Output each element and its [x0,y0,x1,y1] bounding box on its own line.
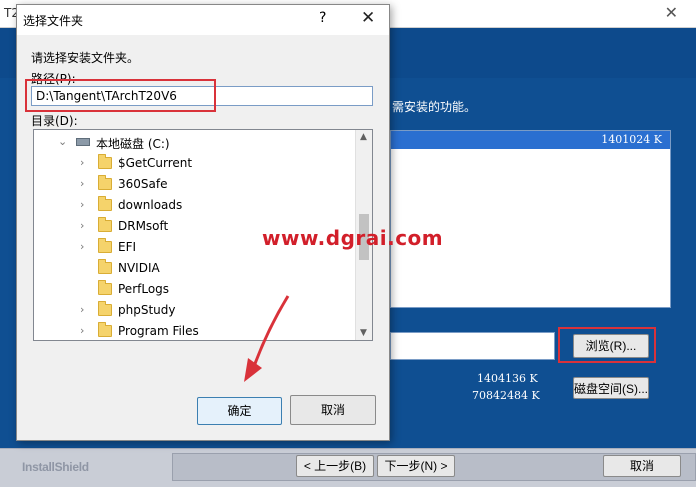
chevron-right-icon[interactable]: › [80,177,84,190]
drive-icon [76,138,90,146]
path-highlight-box [25,79,216,112]
folder-icon [98,259,112,274]
chevron-right-icon[interactable]: › [80,303,84,316]
feature-list[interactable]: 1401024 K [390,130,671,308]
tree-folder-label: DRMsoft [118,219,169,233]
installshield-logo: InstallShield [22,460,89,474]
folder-icon [98,238,112,253]
help-icon[interactable]: ? [319,10,326,26]
install-path-display [390,332,555,360]
folder-icon [98,217,112,232]
tree-folder-label: downloads [118,198,183,212]
space-required-value: 1404136 K [477,372,538,385]
folder-icon [98,322,112,337]
tree-folder-label: Program Files [118,324,199,338]
folder-icon [98,280,112,295]
dialog-titlebar: 选择文件夹 ? ✕ [17,5,389,35]
chevron-right-icon[interactable]: › [80,198,84,211]
installer-description: 需安装的功能。 [392,100,477,114]
annotation-arrow-icon [244,295,290,382]
tree-folder-row[interactable]: › Program Files [34,321,356,340]
tree-root-label: 本地磁盘 (C:) [96,137,170,151]
tree-folder-row[interactable]: › 360Safe [34,174,356,195]
tree-folder-label: PerfLogs [118,282,170,296]
tree-folder-label: $GetCurrent [118,156,193,170]
close-icon[interactable]: ✕ [361,8,375,28]
space-available-value: 70842484 K [472,389,540,402]
installer-cancel-button[interactable]: 取消 [603,455,681,477]
dialog-cancel-button[interactable]: 取消 [290,395,376,425]
tree-folder-label: EFI [118,240,137,254]
select-folder-dialog: 选择文件夹 ? ✕ 请选择安装文件夹。 路径(P): 目录(D): ⌄ 本地磁盘… [16,4,390,441]
tree-folder-row[interactable]: › $GetCurrent [34,153,356,174]
tree-folder-row[interactable]: › phpStudy [34,300,356,321]
tree-folder-label: 360Safe [118,177,168,191]
browse-highlight-box [558,327,656,363]
directory-label: 目录(D): [31,114,78,128]
folder-icon [98,175,112,190]
chevron-right-icon[interactable]: › [80,240,84,253]
ok-button[interactable]: 确定 [197,397,282,425]
watermark: www.dgrai.com [262,226,444,250]
chevron-down-icon[interactable]: ⌄ [58,135,67,148]
tree-folder-row[interactable]: PerfLogs [34,279,356,300]
chevron-right-icon[interactable]: › [80,219,84,232]
feature-size: 1401024 K [601,133,662,146]
tree-folder-row[interactable]: NVIDIA [34,258,356,279]
chevron-right-icon[interactable]: › [80,156,84,169]
back-button[interactable]: < 上一步(B) [296,455,374,477]
dialog-title: 选择文件夹 [23,14,84,28]
dialog-prompt: 请选择安装文件夹。 [31,51,140,65]
scroll-down-icon[interactable]: ▼ [360,328,367,338]
folder-icon [98,196,112,211]
tree-root[interactable]: ⌄ 本地磁盘 (C:) [34,132,356,153]
folder-icon [98,301,112,316]
tree-folder-label: phpStudy [118,303,176,317]
chevron-right-icon[interactable]: › [80,324,84,337]
folder-icon [98,154,112,169]
tree-folder-row[interactable]: › downloads [34,195,356,216]
close-icon[interactable]: ✕ [665,3,678,22]
disk-space-button[interactable]: 磁盘空间(S)... [573,377,649,399]
next-button[interactable]: 下一步(N) > [377,455,455,477]
scroll-up-icon[interactable]: ▲ [360,132,367,142]
tree-folder-label: NVIDIA [118,261,160,275]
feature-row-selected[interactable]: 1401024 K [391,131,670,149]
